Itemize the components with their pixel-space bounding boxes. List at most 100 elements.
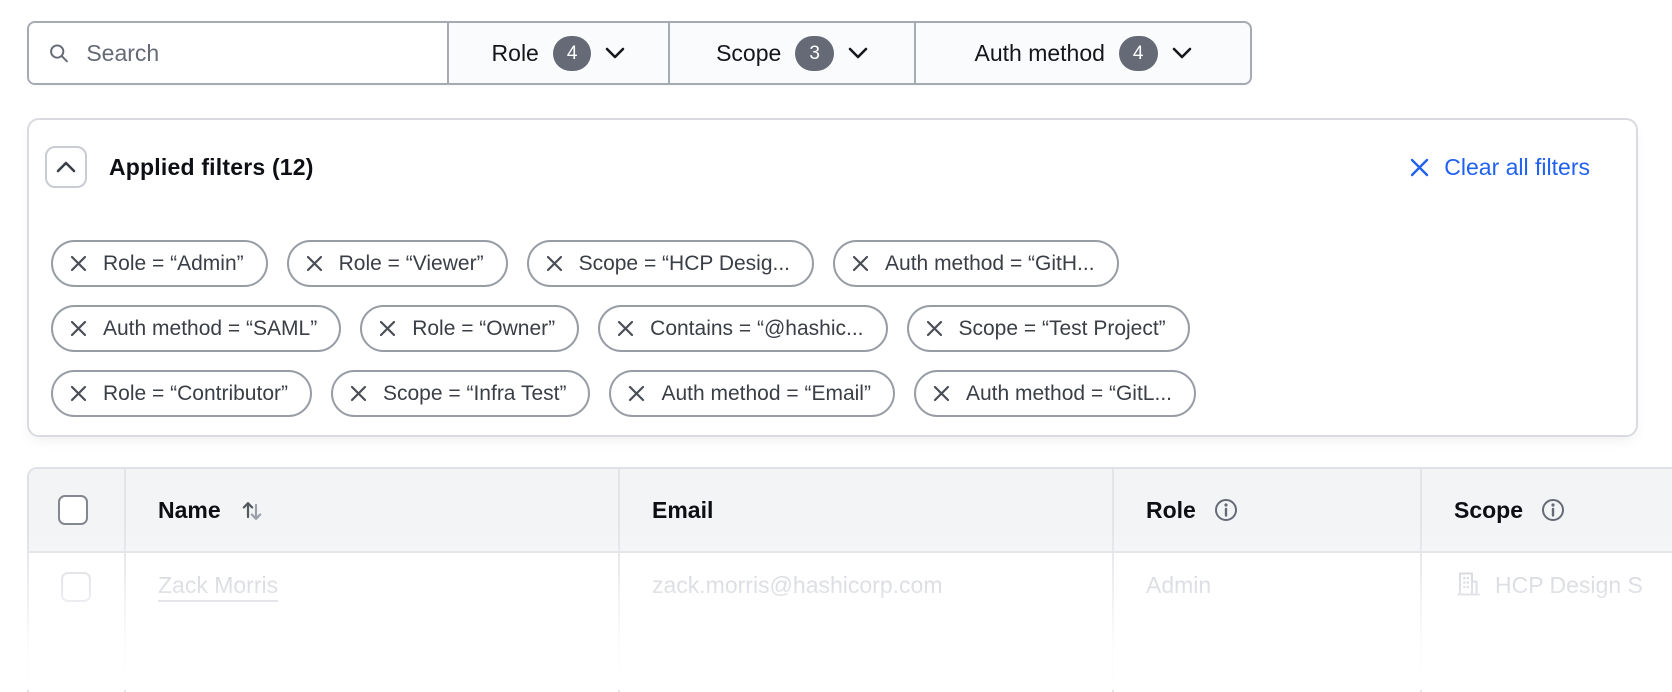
filter-count-badge: 4 [1119,36,1158,71]
filter-tag-row: Role = “Admin” Role = “Viewer” Scope = “… [51,240,1616,287]
dismiss-filter-button[interactable] [925,319,944,338]
dismiss-filter-button[interactable] [616,319,635,338]
filter-tag-row: Role = “Contributor” Scope = “Infra Test… [51,370,1616,417]
filter-tag: Scope = “HCP Desig... [527,240,814,287]
dismiss-filter-button[interactable] [305,254,324,273]
filter-tag: Role = “Owner” [360,305,579,352]
dropdown-label: Auth method [975,40,1105,67]
scope-cell: HCP Design S [1420,553,1672,692]
dismiss-filter-button[interactable] [69,319,88,338]
filter-tag-label: Scope = “HCP Desig... [579,252,790,276]
user-name-link[interactable]: Zack Morris [158,572,278,599]
table-header-row: Name Email Role Scope [29,469,1672,553]
x-icon [925,319,944,338]
filter-count-badge: 3 [795,36,834,71]
info-icon[interactable] [1540,497,1566,523]
select-all-cell [29,469,124,551]
filter-tags: Role = “Admin” Role = “Viewer” Scope = “… [51,240,1616,417]
column-label: Name [158,497,221,524]
filter-tag-label: Role = “Viewer” [339,252,484,276]
dismiss-filter-button[interactable] [545,254,564,273]
filter-tag: Role = “Admin” [51,240,268,287]
search-field[interactable] [29,23,449,83]
dismiss-filter-button[interactable] [378,319,397,338]
dismiss-filter-button[interactable] [349,384,368,403]
chevron-up-icon [56,161,76,173]
column-header-email: Email [618,469,1112,551]
filter-tag: Role = “Contributor” [51,370,312,417]
x-icon [69,254,88,273]
filter-tag: Auth method = “GitL... [914,370,1196,417]
search-input[interactable] [86,40,429,67]
applied-filters-header: Applied filters (12) Clear all filters [45,146,1590,188]
column-label: Role [1146,497,1196,524]
clear-all-filters-button[interactable]: Clear all filters [1408,154,1590,181]
email-cell: zack.morris@hashicorp.com [618,553,1112,692]
chevron-down-icon [605,47,625,59]
filter-tag: Auth method = “GitH... [833,240,1119,287]
x-icon [627,384,646,403]
user-email: zack.morris@hashicorp.com [652,572,942,599]
table-row: Zack Morris zack.morris@hashicorp.com Ad… [29,553,1672,692]
role-cell: Admin [1112,553,1420,692]
column-label: Scope [1454,497,1523,524]
info-icon[interactable] [1213,497,1239,523]
filter-tag: Auth method = “SAML” [51,305,341,352]
dismiss-filter-button[interactable] [851,254,870,273]
chevron-down-icon [1172,47,1192,59]
dismiss-filter-button[interactable] [69,254,88,273]
filter-tag-label: Scope = “Infra Test” [383,382,566,406]
filter-tag: Scope = “Test Project” [907,305,1190,352]
x-icon [69,384,88,403]
filter-tag-row: Auth method = “SAML” Role = “Owner” Cont… [51,305,1616,352]
filter-tag-label: Scope = “Test Project” [959,317,1166,341]
building-icon [1454,570,1482,598]
filter-tag-label: Contains = “@hashic... [650,317,863,341]
filter-tag: Role = “Viewer” [287,240,508,287]
x-icon [1408,156,1431,179]
column-label: Email [652,497,713,524]
dismiss-filter-button[interactable] [932,384,951,403]
users-table: Name Email Role Scope [27,467,1672,692]
x-icon [932,384,951,403]
filter-tag-label: Auth method = “GitL... [966,382,1172,406]
applied-filters-title: Applied filters (12) [109,154,314,181]
collapse-filters-button[interactable] [45,146,87,188]
filter-dropdown-role[interactable]: Role 4 [449,23,668,83]
filter-tag-label: Auth method = “GitH... [885,252,1095,276]
filter-tag-label: Role = “Contributor” [103,382,288,406]
sort-icon[interactable] [238,496,266,524]
dropdown-label: Scope [716,40,781,67]
row-checkbox[interactable] [61,572,91,602]
x-icon [545,254,564,273]
x-icon [305,254,324,273]
x-icon [349,384,368,403]
user-scope: HCP Design S [1495,572,1643,599]
filter-tag-label: Auth method = “Email” [661,382,871,406]
filter-toolbar: Role 4 Scope 3 Auth method 4 [27,21,1252,85]
filter-dropdown-auth-method[interactable]: Auth method 4 [914,23,1250,83]
filter-tag-label: Role = “Admin” [103,252,244,276]
filter-tag: Auth method = “Email” [609,370,895,417]
x-icon [616,319,635,338]
filter-tag: Scope = “Infra Test” [331,370,590,417]
filter-tag-label: Role = “Owner” [412,317,555,341]
search-icon [47,40,70,66]
applied-filters-panel: Applied filters (12) Clear all filters R… [27,118,1638,437]
dismiss-filter-button[interactable] [627,384,646,403]
row-select-cell [29,553,124,692]
column-header-name: Name [124,469,618,551]
filter-tag-label: Auth method = “SAML” [103,317,317,341]
chevron-down-icon [848,47,868,59]
x-icon [378,319,397,338]
column-header-role: Role [1112,469,1420,551]
clear-all-label: Clear all filters [1444,154,1590,181]
user-role: Admin [1146,572,1211,599]
name-cell: Zack Morris [124,553,618,692]
select-all-checkbox[interactable] [58,495,88,525]
filter-tag: Contains = “@hashic... [598,305,887,352]
dismiss-filter-button[interactable] [69,384,88,403]
filter-dropdown-scope[interactable]: Scope 3 [668,23,914,83]
filter-count-badge: 4 [553,36,592,71]
x-icon [851,254,870,273]
